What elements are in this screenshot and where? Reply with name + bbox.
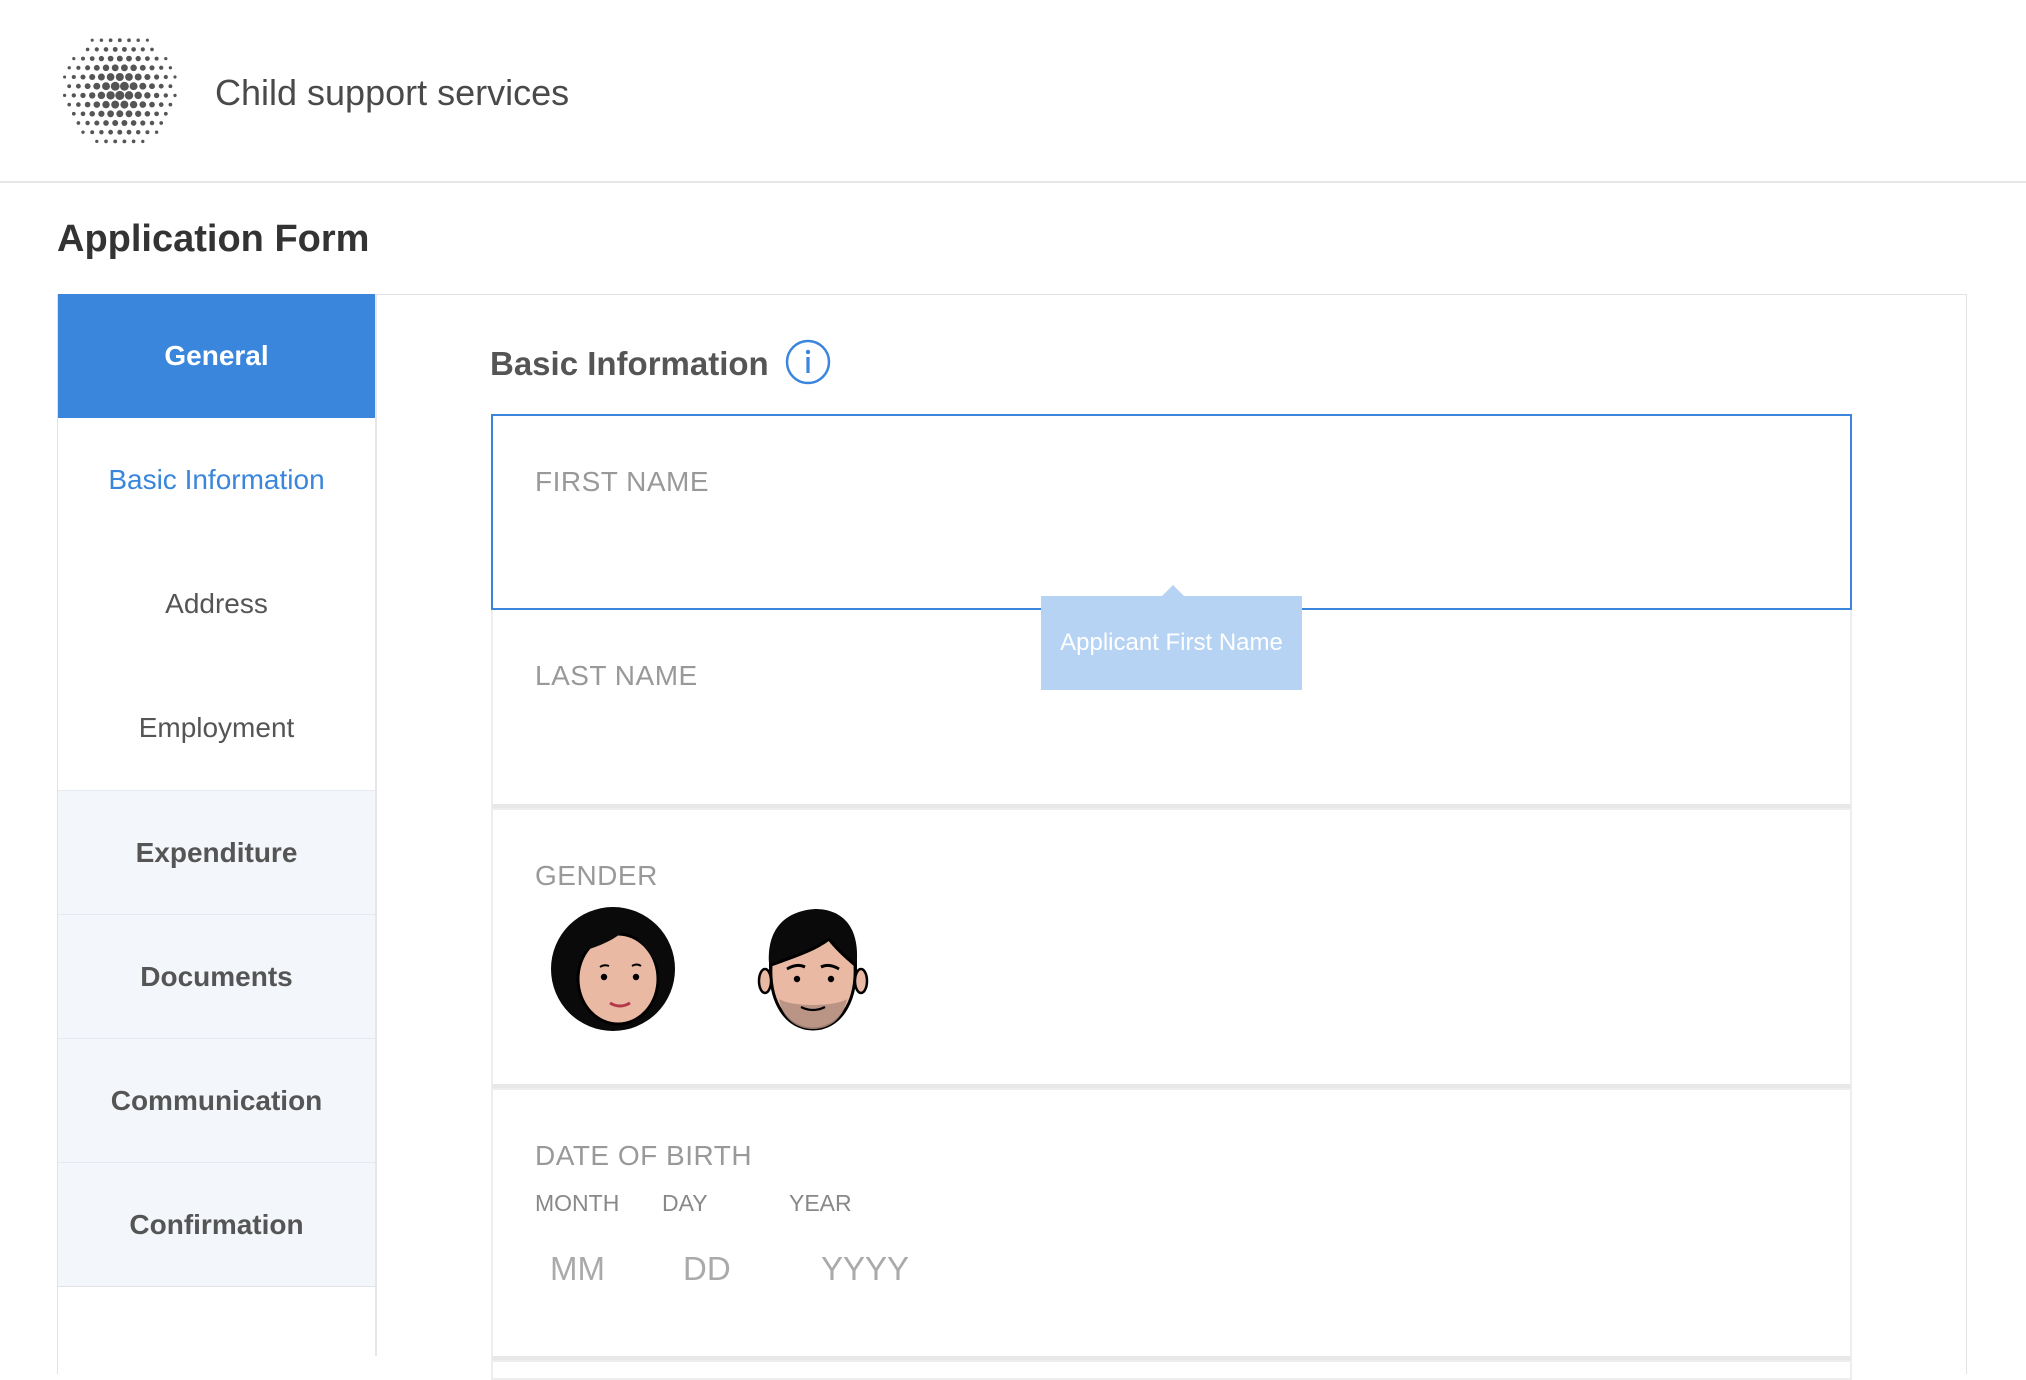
logo xyxy=(62,38,177,144)
gender-label: GENDER xyxy=(535,860,658,891)
first-name-field: FIRST NAME xyxy=(491,414,1852,610)
sidebar-item-expenditure[interactable]: Expenditure xyxy=(58,790,375,914)
day-label: DAY xyxy=(662,1190,708,1216)
tooltip-arrow xyxy=(1162,585,1184,596)
sidebar-item-communication[interactable]: Communication xyxy=(58,1038,375,1162)
month-label: MONTH xyxy=(535,1190,620,1216)
sidebar-item-general[interactable]: General xyxy=(58,294,375,418)
section-heading: Basic Information xyxy=(490,345,769,382)
last-name-input[interactable] xyxy=(535,700,1809,762)
day-input[interactable] xyxy=(681,1240,775,1298)
sidebar-item-employment[interactable]: Employment xyxy=(58,666,375,790)
sidebar: General Basic Information Address Employ… xyxy=(57,294,375,1287)
sidebar-item-basic-information[interactable]: Basic Information xyxy=(58,418,375,542)
first-name-tooltip: Applicant First Name xyxy=(1041,596,1302,690)
year-input[interactable] xyxy=(819,1240,953,1298)
female-avatar-icon[interactable] xyxy=(548,903,678,1033)
page-title: Application Form xyxy=(57,218,370,260)
first-name-input[interactable] xyxy=(535,506,1809,568)
sidebar-item-documents[interactable]: Documents xyxy=(58,914,375,1038)
gender-field: GENDER xyxy=(491,808,1852,1088)
sidebar-item-address[interactable]: Address xyxy=(58,542,375,666)
male-avatar-icon[interactable] xyxy=(747,903,877,1033)
app-header: Child support services xyxy=(0,0,2026,183)
first-name-label: FIRST NAME xyxy=(535,466,710,497)
sidebar-item-confirmation[interactable]: Confirmation xyxy=(58,1162,375,1286)
date-of-birth-field: DATE OF BIRTH MONTH DAY YEAR xyxy=(491,1088,1852,1360)
year-label: YEAR xyxy=(789,1190,852,1216)
date-of-birth-label: DATE OF BIRTH xyxy=(535,1140,753,1171)
app-title: Child support services xyxy=(215,72,570,113)
sidebar-divider xyxy=(375,294,377,1356)
next-field xyxy=(491,1360,1852,1380)
info-icon[interactable] xyxy=(785,339,831,385)
month-input[interactable] xyxy=(548,1240,642,1298)
last-name-label: LAST NAME xyxy=(535,660,698,691)
